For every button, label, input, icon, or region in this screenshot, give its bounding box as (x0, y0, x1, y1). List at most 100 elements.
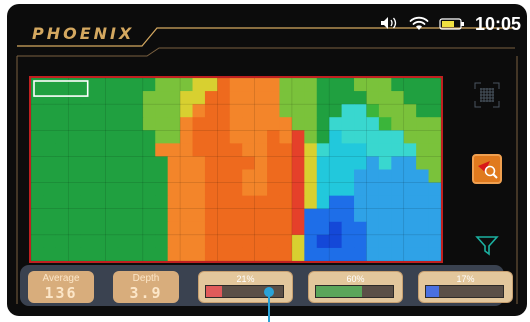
heatmap-cell (428, 91, 441, 105)
heatmap-cell (167, 91, 181, 105)
heatmap-cell (416, 234, 430, 249)
heatmap-cell (31, 143, 45, 158)
heatmap-cell (167, 117, 181, 131)
heatmap-cell (267, 156, 281, 171)
heatmap-cell (167, 143, 181, 158)
heatmap-cell (378, 117, 392, 131)
heatmap-cell (242, 195, 256, 210)
heatmap-cell (316, 78, 330, 92)
heatmap-cell (254, 91, 268, 105)
heatmap-cell (229, 169, 243, 184)
heatmap-cell (341, 208, 355, 223)
heatmap-cell (43, 91, 57, 105)
heatmap-cell (229, 78, 243, 92)
heatmap-cell (291, 117, 305, 131)
heatmap-cell (378, 78, 392, 92)
heatmap-cell (180, 130, 194, 144)
heatmap-cell (43, 208, 57, 223)
heatmap-cell (341, 182, 355, 197)
heatmap-cell (378, 182, 392, 197)
heatmap-cell (43, 156, 57, 171)
heatmap-cell (217, 91, 231, 105)
heatmap-cell (403, 221, 417, 236)
heatmap-cell (68, 117, 82, 131)
heatmap-cell (117, 156, 131, 171)
heatmap-cell (192, 117, 206, 131)
heatmap-cell (366, 130, 380, 144)
heatmap-cell (117, 221, 131, 236)
heatmap-cell (155, 91, 169, 105)
heatmap-cell (80, 208, 94, 223)
heatmap-cell (329, 195, 343, 210)
position-marker-handle[interactable] (264, 287, 274, 297)
heatmap-cell (341, 130, 355, 144)
grid-view-button[interactable] (472, 80, 502, 110)
heatmap-cell (341, 169, 355, 184)
bar-blue-track (425, 285, 504, 298)
heatmap-cell (304, 169, 318, 184)
heatmap-cell (167, 247, 181, 261)
heatmap-cell (167, 195, 181, 210)
heatmap-cell (93, 91, 107, 105)
heatmap-cell (217, 195, 231, 210)
heatmap-cell (217, 169, 231, 184)
heatmap-cell (254, 78, 268, 92)
heatmap-cell (68, 156, 82, 171)
heatmap-cell (105, 182, 119, 197)
heatmap-cell (329, 143, 343, 158)
heatmap-cell (291, 247, 305, 261)
target-zoom-button[interactable] (472, 154, 502, 184)
heatmap-cell (378, 104, 392, 118)
heatmap-cell (31, 78, 45, 92)
heatmap-cell (304, 195, 318, 210)
heatmap-cell (428, 78, 441, 92)
heatmap-cell (105, 156, 119, 171)
heatmap-cell (341, 117, 355, 131)
heatmap-cell (341, 195, 355, 210)
heatmap-cell (403, 104, 417, 118)
heatmap-cell (229, 208, 243, 223)
heatmap-cell (31, 195, 45, 210)
average-label: Average (42, 273, 80, 284)
heatmap-cell (403, 169, 417, 184)
heatmap-cell (391, 156, 405, 171)
grid-view-icon (474, 82, 500, 108)
bar-red[interactable]: 21% (198, 271, 293, 303)
heatmap-cell (167, 156, 181, 171)
heatmap-cell (229, 247, 243, 261)
bar-blue[interactable]: 17% (418, 271, 513, 303)
heatmap-cell (167, 78, 181, 92)
heatmap-cell (316, 182, 330, 197)
heatmap-cell (428, 143, 441, 158)
heatmap-cell (180, 195, 194, 210)
heatmap-cell (43, 234, 57, 249)
heatmap-cell (117, 208, 131, 223)
heatmap-cell (378, 156, 392, 171)
heatmap-cell (192, 78, 206, 92)
heatmap-cell (329, 130, 343, 144)
heatmap-cell (93, 104, 107, 118)
heatmap-cell (279, 221, 293, 236)
bar-green[interactable]: 60% (308, 271, 403, 303)
heatmap-cell (80, 156, 94, 171)
heatmap-cell (291, 156, 305, 171)
battery-icon (439, 15, 465, 34)
heatmap-cell (93, 182, 107, 197)
heatmap-cell (242, 91, 256, 105)
heatmap-cell (366, 195, 380, 210)
heatmap-scan[interactable] (29, 76, 443, 263)
heatmap-cell (279, 117, 293, 131)
heatmap-cell (366, 78, 380, 92)
heatmap-cell (117, 104, 131, 118)
heatmap-cell (428, 130, 441, 144)
heatmap-cell (366, 182, 380, 197)
heatmap-cell (167, 221, 181, 236)
heatmap-cell (155, 78, 169, 92)
heatmap-cell (316, 169, 330, 184)
filter-button[interactable] (472, 230, 502, 260)
heatmap-cell (291, 221, 305, 236)
heatmap-cell (254, 182, 268, 197)
heatmap-cell (142, 156, 156, 171)
heatmap-cell (291, 169, 305, 184)
heatmap-cell (180, 208, 194, 223)
